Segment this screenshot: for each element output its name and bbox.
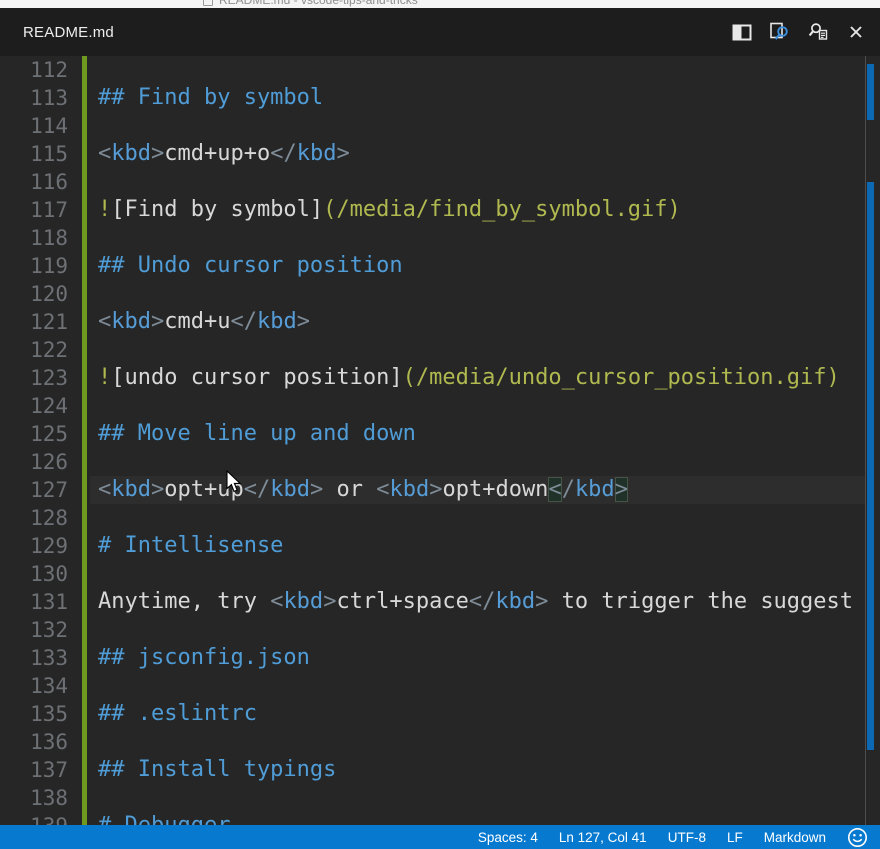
code-line[interactable]: 132 bbox=[0, 616, 866, 644]
line-number[interactable]: 139 bbox=[0, 812, 68, 825]
code-line[interactable]: 127 <kbd>opt+up</kbd> or <kbd>opt+down</k… bbox=[0, 476, 866, 504]
code-line[interactable]: 116 bbox=[0, 168, 866, 196]
code-text: <kbd>cmd+u</kbd> bbox=[98, 308, 310, 336]
code-text: ## Undo cursor position bbox=[98, 252, 403, 280]
code-text: ## jsconfig.json bbox=[98, 644, 310, 672]
line-number[interactable]: 115 bbox=[0, 140, 68, 168]
line-number[interactable]: 131 bbox=[0, 588, 68, 616]
line-number[interactable]: 124 bbox=[0, 392, 68, 420]
status-language-mode[interactable]: Markdown bbox=[764, 830, 826, 845]
editor-rows: 112113 ## Find by symbol 114115 <kbd>cmd+up… bbox=[0, 56, 866, 825]
show-source-icon[interactable] bbox=[806, 20, 830, 44]
line-number[interactable]: 122 bbox=[0, 336, 68, 364]
code-text: # Intellisense bbox=[98, 532, 283, 560]
line-number[interactable]: 117 bbox=[0, 196, 68, 224]
line-number[interactable]: 114 bbox=[0, 112, 68, 140]
code-line[interactable]: 119 ## Undo cursor position bbox=[0, 252, 866, 280]
tab-filename: README.md bbox=[23, 24, 114, 41]
code-line[interactable]: 126 bbox=[0, 448, 866, 476]
close-icon[interactable] bbox=[844, 20, 868, 44]
git-modified-gutter bbox=[82, 56, 87, 825]
code-line[interactable]: 128 bbox=[0, 504, 866, 532]
line-number[interactable]: 118 bbox=[0, 224, 68, 252]
code-text: ## Find by symbol bbox=[98, 84, 323, 112]
status-cursor-position[interactable]: Ln 127, Col 41 bbox=[559, 830, 647, 845]
line-number[interactable]: 113 bbox=[0, 84, 68, 112]
line-number[interactable]: 137 bbox=[0, 756, 68, 784]
code-line[interactable]: 125 ## Move line up and down bbox=[0, 420, 866, 448]
editor-title-bar: README.md bbox=[0, 8, 880, 56]
code-line[interactable]: 134 bbox=[0, 672, 866, 700]
code-line[interactable]: 130 bbox=[0, 560, 866, 588]
code-text: # Debugger bbox=[98, 812, 230, 825]
code-line[interactable]: 112 bbox=[0, 56, 866, 84]
code-text: ![undo cursor position](/media/undo_curs… bbox=[98, 364, 840, 392]
overview-ruler-decoration[interactable] bbox=[867, 182, 874, 750]
code-line[interactable]: 117 ![Find by symbol](/media/find_by_symb… bbox=[0, 196, 866, 224]
status-encoding[interactable]: UTF-8 bbox=[668, 830, 706, 845]
code-line[interactable]: 115 <kbd>cmd+up+o</kbd> bbox=[0, 140, 866, 168]
code-line[interactable]: 120 bbox=[0, 280, 866, 308]
code-line[interactable]: 122 bbox=[0, 336, 866, 364]
line-number[interactable]: 127 bbox=[0, 476, 68, 504]
line-number[interactable]: 136 bbox=[0, 728, 68, 756]
document-icon bbox=[203, 0, 213, 6]
overview-ruler-decoration[interactable] bbox=[867, 64, 874, 120]
line-number[interactable]: 121 bbox=[0, 308, 68, 336]
line-number[interactable]: 126 bbox=[0, 448, 68, 476]
code-text: Anytime, try <kbd>ctrl+space</kbd> to tr… bbox=[98, 588, 866, 616]
line-number[interactable]: 112 bbox=[0, 56, 68, 84]
line-number[interactable]: 129 bbox=[0, 532, 68, 560]
code-line[interactable]: 113 ## Find by symbol bbox=[0, 84, 866, 112]
code-line[interactable]: 124 bbox=[0, 392, 866, 420]
line-number[interactable]: 120 bbox=[0, 280, 68, 308]
line-number[interactable]: 133 bbox=[0, 644, 68, 672]
status-eol[interactable]: LF bbox=[727, 830, 743, 845]
status-indentation[interactable]: Spaces: 4 bbox=[478, 830, 538, 845]
code-text: <kbd>cmd+up+o</kbd> bbox=[98, 140, 350, 168]
status-bar: Spaces: 4 Ln 127, Col 41 UTF-8 LF Markdo… bbox=[0, 825, 880, 849]
feedback-smiley-icon[interactable] bbox=[847, 827, 868, 848]
code-line[interactable]: 131 Anytime, try <kbd>ctrl+space</kbd> to… bbox=[0, 588, 866, 616]
line-number[interactable]: 119 bbox=[0, 252, 68, 280]
code-line[interactable]: 121 <kbd>cmd+u</kbd> bbox=[0, 308, 866, 336]
vscode-window: README.md - vscode-tips-and-tricks READM… bbox=[0, 0, 880, 849]
code-line[interactable]: 133 ## jsconfig.json bbox=[0, 644, 866, 672]
split-editor-icon[interactable] bbox=[730, 20, 754, 44]
line-number[interactable]: 138 bbox=[0, 784, 68, 812]
line-number[interactable]: 134 bbox=[0, 672, 68, 700]
code-line[interactable]: 135 ## .eslintrc bbox=[0, 700, 866, 728]
line-number[interactable]: 130 bbox=[0, 560, 68, 588]
code-text: ## Install typings bbox=[98, 756, 336, 784]
code-text: <kbd>opt+up</kbd> or <kbd>opt+down</kbd> bbox=[98, 476, 628, 504]
code-line[interactable]: 118 bbox=[0, 224, 866, 252]
line-number[interactable]: 125 bbox=[0, 420, 68, 448]
os-window-title: README.md - vscode-tips-and-tricks bbox=[219, 0, 418, 8]
editor[interactable]: 112113 ## Find by symbol 114115 <kbd>cmd+up… bbox=[0, 56, 880, 825]
code-line[interactable]: 139 # Debugger bbox=[0, 812, 866, 825]
code-line[interactable]: 138 bbox=[0, 784, 866, 812]
line-number[interactable]: 116 bbox=[0, 168, 68, 196]
line-number[interactable]: 128 bbox=[0, 504, 68, 532]
code-text: ## .eslintrc bbox=[98, 700, 257, 728]
editor-actions bbox=[730, 20, 868, 44]
code-line[interactable]: 123 ![undo cursor position](/media/undo_c… bbox=[0, 364, 866, 392]
code-text: ![Find by symbol](/media/find_by_symbol.… bbox=[98, 196, 681, 224]
code-text: ## Move line up and down bbox=[98, 420, 416, 448]
line-number[interactable]: 135 bbox=[0, 700, 68, 728]
open-preview-icon[interactable] bbox=[768, 20, 792, 44]
overview-ruler-border bbox=[865, 56, 866, 825]
os-window-titlebar: README.md - vscode-tips-and-tricks bbox=[0, 0, 880, 8]
line-number[interactable]: 132 bbox=[0, 616, 68, 644]
line-number[interactable]: 123 bbox=[0, 364, 68, 392]
code-line[interactable]: 114 bbox=[0, 112, 866, 140]
mouse-pointer-icon bbox=[226, 470, 242, 497]
code-line[interactable]: 136 bbox=[0, 728, 866, 756]
code-line[interactable]: 137 ## Install typings bbox=[0, 756, 866, 784]
code-line[interactable]: 129 # Intellisense bbox=[0, 532, 866, 560]
